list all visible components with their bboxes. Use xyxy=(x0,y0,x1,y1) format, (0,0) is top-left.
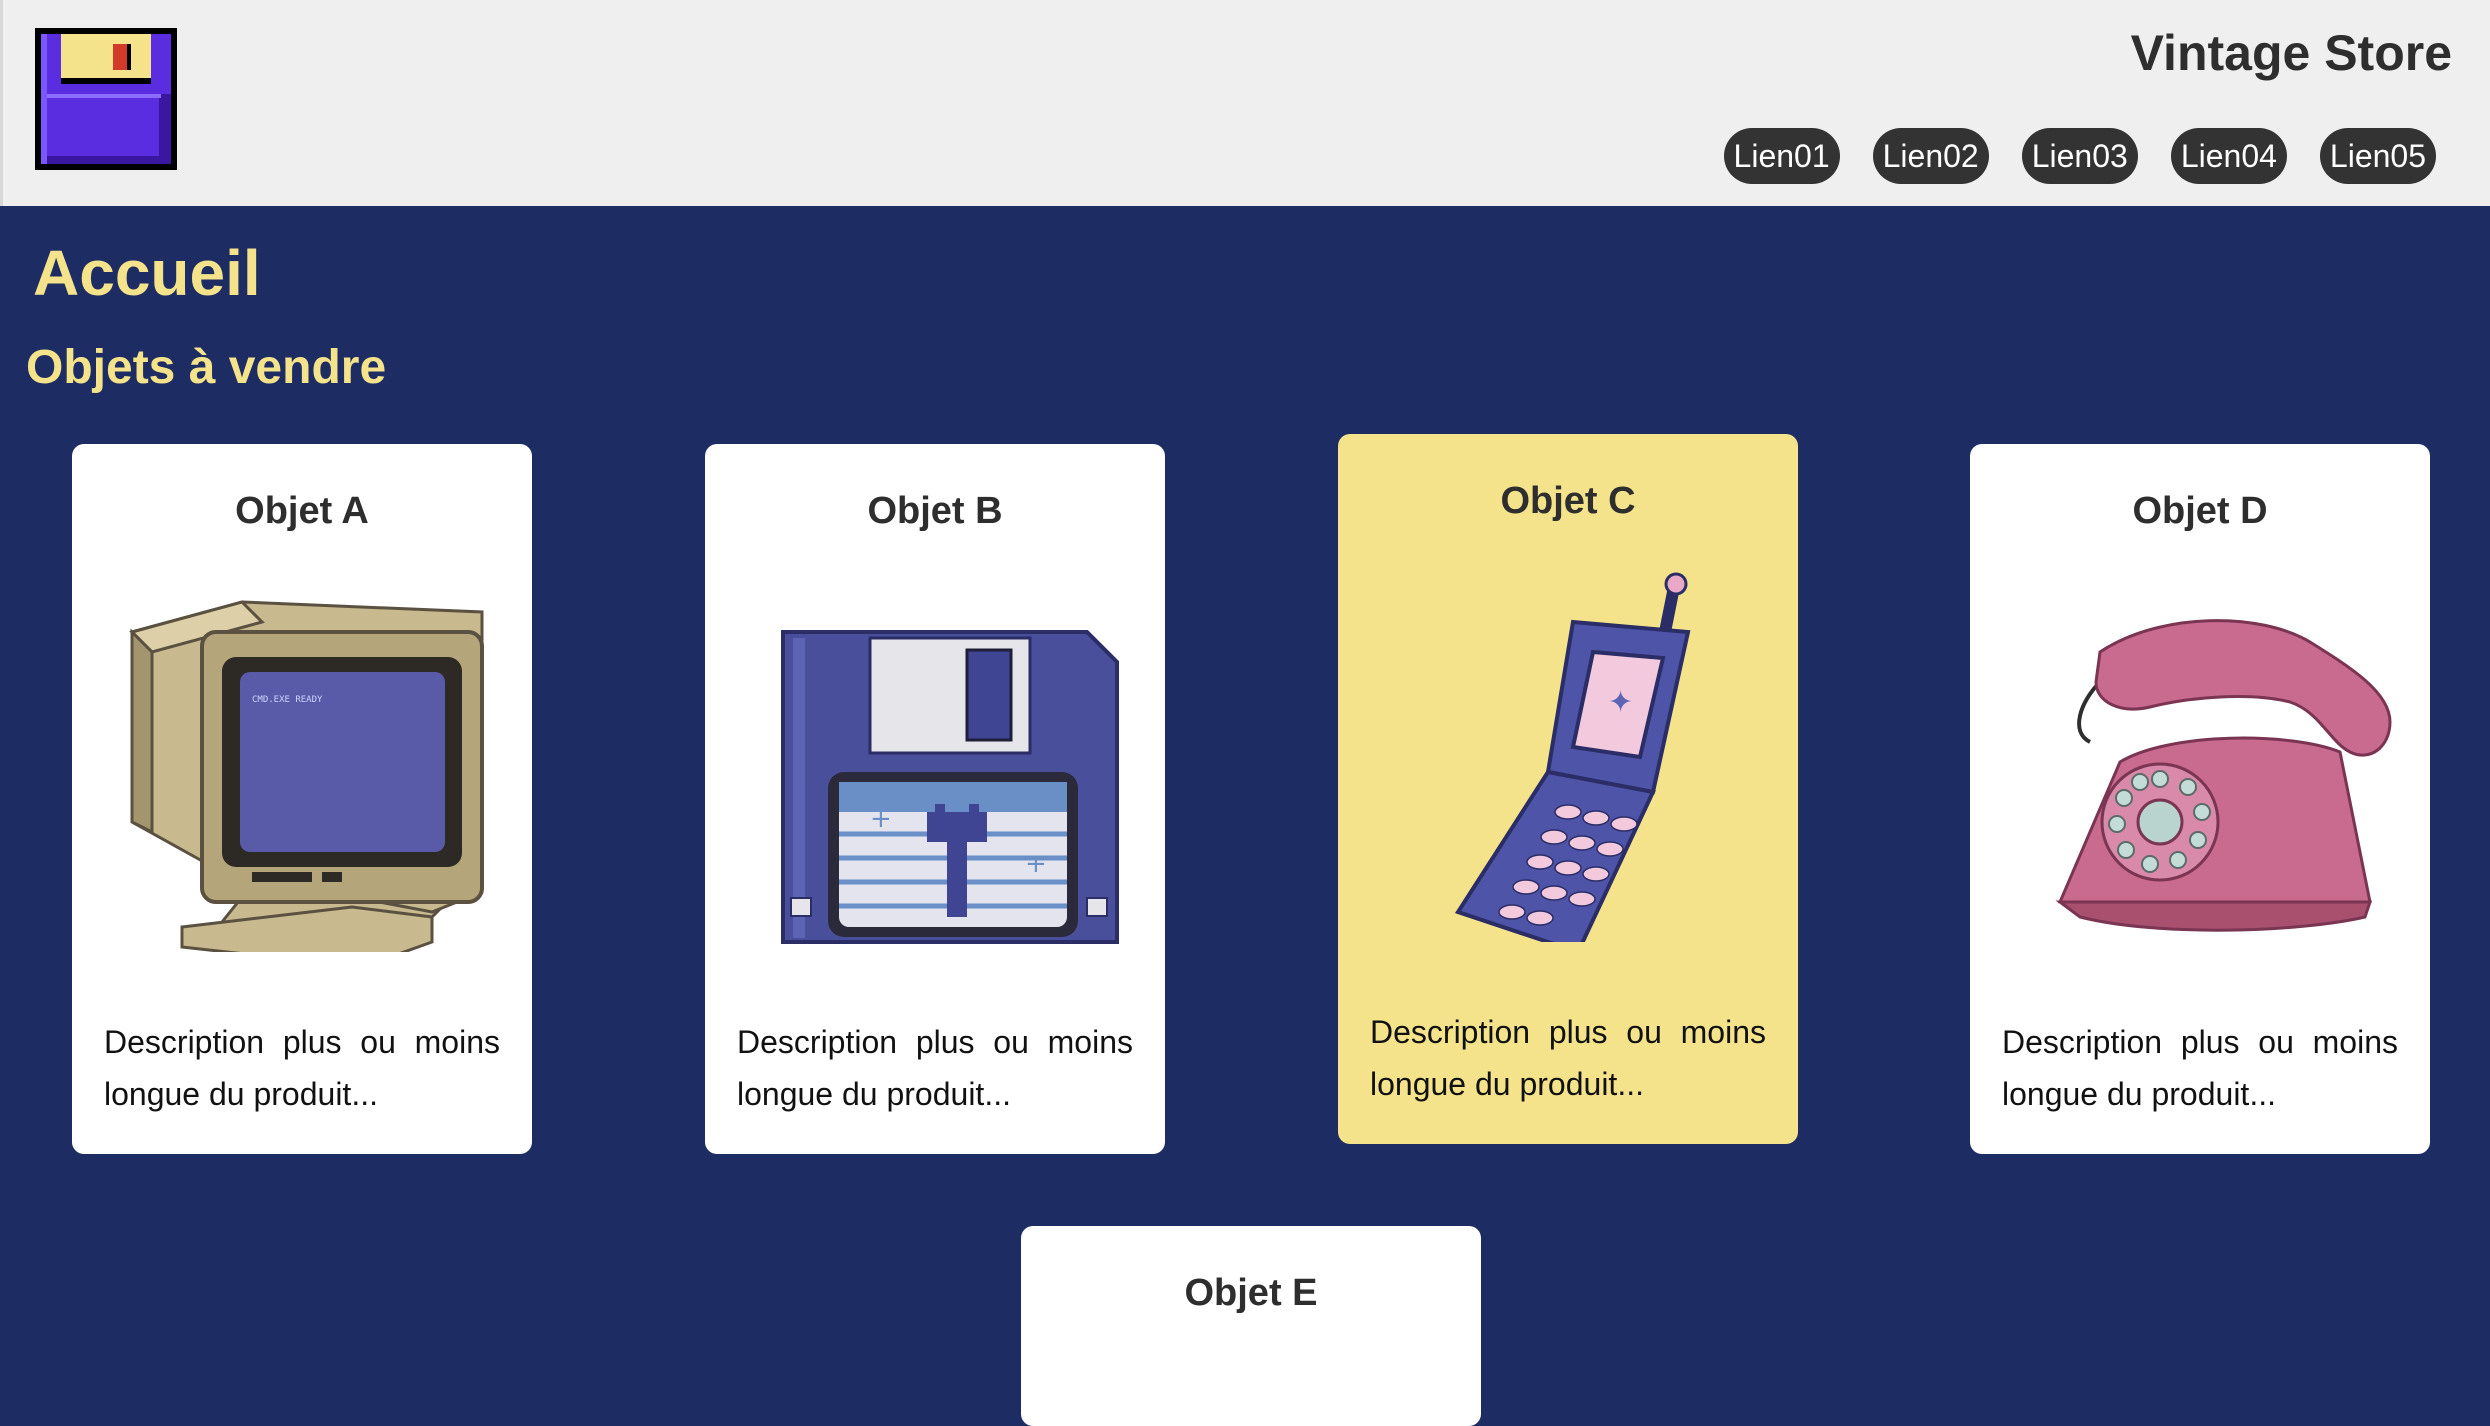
section-title: Objets à vendre xyxy=(26,341,387,394)
product-card-c[interactable]: Objet C ✦ Description plus ou moins long… xyxy=(1338,434,1798,1144)
store-title: Vintage Store xyxy=(2130,25,2452,81)
product-card-a[interactable]: Objet A CMD.EXE READY Description plus o… xyxy=(72,444,532,1154)
svg-text:✦: ✦ xyxy=(1608,685,1633,720)
product-title: Objet D xyxy=(2132,490,2268,532)
svg-text:+: + xyxy=(1025,849,1047,879)
floppy-disk-icon: + + xyxy=(781,630,1119,944)
nav-link-3[interactable]: Lien03 xyxy=(2021,128,2138,184)
product-title: Objet A xyxy=(235,490,369,532)
nav-link-4[interactable]: Lien04 xyxy=(2170,128,2287,184)
nav-link-1[interactable]: Lien01 xyxy=(1723,128,1840,184)
nav-link-5[interactable]: Lien05 xyxy=(2319,128,2436,184)
page-title: Accueil xyxy=(33,237,261,309)
product-title: Objet C xyxy=(1500,480,1636,522)
product-card-b[interactable]: Objet B + + Description plus ou moins lo… xyxy=(705,444,1165,1154)
product-title: Objet E xyxy=(1184,1272,1318,1314)
site-header: Vintage Store Lien01 Lien02 Lien03 Lien0… xyxy=(0,0,2490,206)
product-description: Description plus ou moins longue du prod… xyxy=(2002,1024,2398,1112)
rotary-phone-icon xyxy=(2055,619,2392,932)
svg-text:+: + xyxy=(870,804,892,834)
floppy-disk-icon[interactable] xyxy=(31,24,181,174)
product-description: Description plus ou moins longue du prod… xyxy=(737,1024,1133,1112)
flip-phone-icon: ✦ xyxy=(1454,572,1691,942)
crt-monitor-icon: CMD.EXE READY xyxy=(129,600,484,952)
svg-text:CMD.EXE READY: CMD.EXE READY xyxy=(252,695,323,705)
product-card-d[interactable]: Objet D Description plus ou moins longue… xyxy=(1970,444,2430,1154)
product-description: Description plus ou moins longue du prod… xyxy=(1370,1014,1766,1102)
product-title: Objet B xyxy=(867,490,1003,532)
product-card-e[interactable]: Objet E xyxy=(1021,1226,1481,1426)
product-description: Description plus ou moins longue du prod… xyxy=(104,1024,500,1112)
nav-link-2[interactable]: Lien02 xyxy=(1872,128,1989,184)
main-nav: Lien01 Lien02 Lien03 Lien04 Lien05 xyxy=(1723,128,2436,184)
